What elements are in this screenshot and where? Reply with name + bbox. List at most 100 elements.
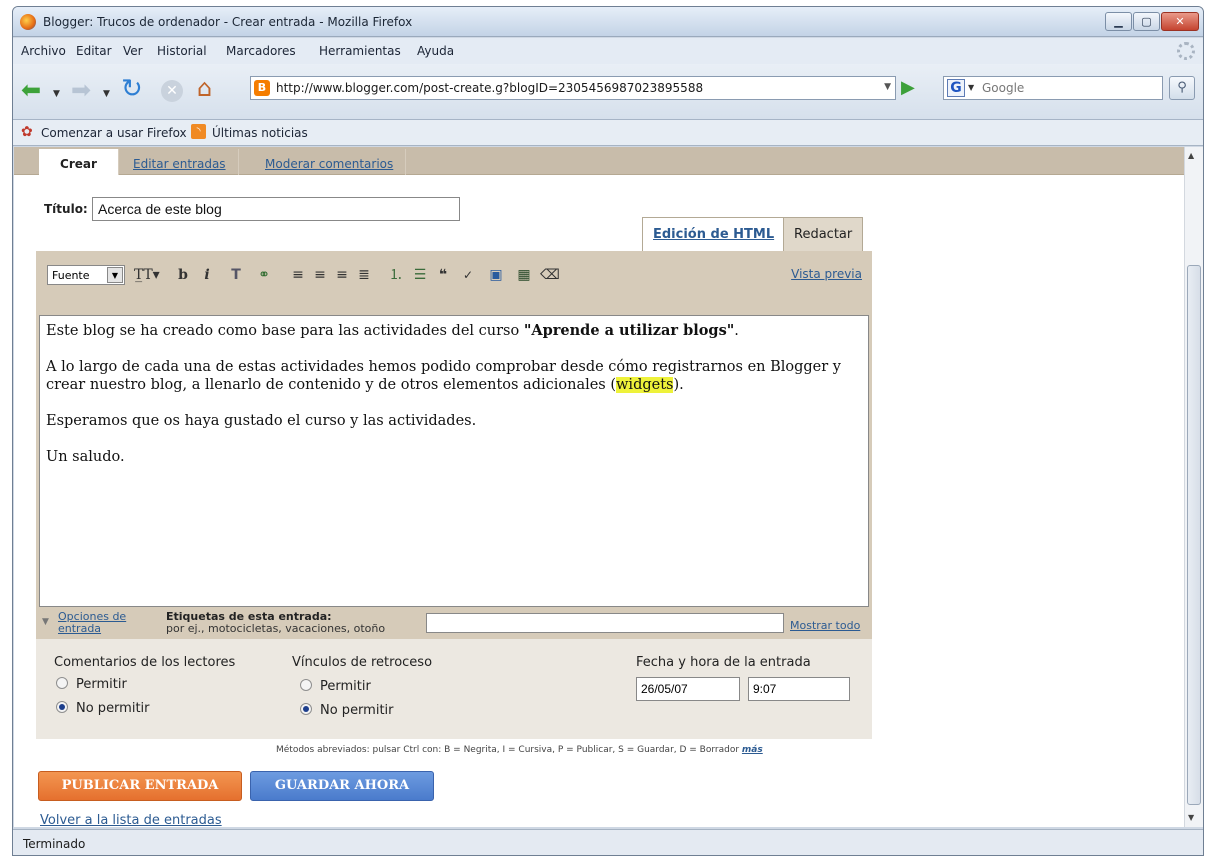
shortcuts-more-link[interactable]: más (742, 745, 763, 755)
google-engine-icon[interactable]: G (947, 79, 965, 97)
title-bar: Blogger: Trucos de ordenador - Crear ent… (13, 7, 1203, 37)
font-size-icon[interactable]: T̲T▾ (134, 264, 160, 286)
editor-frame: Fuente ▼ T̲T▾ b i T ⚭ ≡ ≡ ≡ ≣ ⒈ ☰ ❝ ✓ ▣ … (36, 251, 872, 639)
search-placeholder: Google (982, 81, 1025, 95)
comments-allow-radio[interactable]: Permitir (56, 677, 256, 692)
engine-dropdown-icon[interactable]: ▼ (968, 83, 974, 92)
scroll-down-icon[interactable]: ▼ (1188, 813, 1194, 822)
tags-input[interactable] (426, 613, 784, 633)
scroll-thumb[interactable] (1187, 265, 1201, 805)
body-text: ). (673, 377, 684, 393)
forward-icon[interactable]: ➡ (71, 78, 91, 102)
home-icon[interactable]: ⌂ (197, 76, 212, 100)
font-select-label: Fuente (52, 269, 90, 282)
body-bold-text: "Aprende a utilizar blogs" (523, 322, 735, 339)
preview-link[interactable]: Vista previa (791, 267, 862, 281)
bulleted-list-icon[interactable]: ☰ (410, 264, 430, 286)
comments-group-title: Comentarios de los lectores (54, 655, 236, 670)
time-input[interactable] (748, 677, 850, 701)
menu-historial[interactable]: Historial (157, 44, 207, 58)
date-input[interactable] (636, 677, 740, 701)
address-bar[interactable]: B http://www.blogger.com/post-create.g?b… (250, 76, 896, 100)
menu-archivo[interactable]: Archivo (21, 44, 66, 58)
stop-icon[interactable]: ✕ (161, 80, 183, 102)
radio-dot (300, 679, 312, 691)
post-title-input[interactable] (92, 197, 460, 221)
bookmark-getting-started[interactable]: Comenzar a usar Firefox (41, 126, 187, 140)
close-button[interactable]: ✕ (1161, 12, 1199, 31)
blogger-tabs: Crear Editar entradas Moderar comentario… (14, 147, 1184, 175)
status-text: Terminado (23, 837, 86, 851)
navigation-toolbar: ⬅ ▼ ➡ ▼ ↻ ✕ ⌂ B http://www.blogger.com/p… (13, 64, 1203, 120)
search-box[interactable]: G ▼ Google (943, 76, 1163, 100)
image-icon[interactable]: ▣ (486, 264, 506, 286)
tab-editar-entradas[interactable]: Editar entradas (121, 149, 239, 175)
spellcheck-icon[interactable]: ✓ (458, 264, 478, 286)
tab-crear[interactable]: Crear (39, 149, 119, 175)
font-dropdown-icon: ▼ (107, 267, 123, 283)
shortcuts-text: Métodos abreviados: pulsar Ctrl con: B =… (276, 745, 740, 755)
url-history-dropdown-icon[interactable]: ▼ (884, 82, 891, 92)
comments-disallow-radio[interactable]: No permitir (56, 701, 256, 716)
backlinks-allow-radio[interactable]: Permitir (300, 679, 500, 694)
radio-label: Permitir (320, 679, 371, 694)
font-select[interactable]: Fuente ▼ (47, 265, 125, 285)
body-text: A lo largo de cada una de estas activida… (46, 359, 841, 393)
tab-moderar-comentarios[interactable]: Moderar comentarios (253, 149, 407, 175)
editor-toolbar: Fuente ▼ T̲T▾ b i T ⚭ ≡ ≡ ≡ ≣ ⒈ ☰ ❝ ✓ ▣ … (36, 251, 872, 315)
forward-history-dropdown-icon[interactable]: ▼ (103, 84, 110, 104)
menu-ver[interactable]: Ver (123, 44, 143, 58)
maximize-button[interactable]: ▢ (1133, 12, 1160, 31)
menu-marcadores[interactable]: Marcadores (226, 44, 296, 58)
save-now-button[interactable]: GUARDAR AHORA (250, 771, 434, 801)
body-paragraph: Esperamos que os haya gustado el curso y… (46, 413, 477, 429)
window-title: Blogger: Trucos de ordenador - Crear ent… (43, 15, 413, 29)
back-history-dropdown-icon[interactable]: ▼ (53, 84, 60, 104)
expand-triangle-icon[interactable]: ▼ (42, 617, 49, 627)
go-icon[interactable]: ▶ (901, 78, 915, 98)
bold-icon[interactable]: b (174, 264, 192, 286)
justify-icon[interactable]: ≣ (354, 264, 374, 286)
align-center-icon[interactable]: ≡ (310, 264, 330, 286)
bookmark-latest-news[interactable]: Últimas noticias (212, 126, 308, 140)
backlinks-disallow-radio[interactable]: No permitir (300, 703, 500, 718)
align-left-icon[interactable]: ≡ (288, 264, 308, 286)
menu-ayuda[interactable]: Ayuda (417, 44, 454, 58)
minimize-button[interactable]: ▁ (1105, 12, 1132, 31)
post-options-link[interactable]: Opciones de entrada (58, 611, 126, 635)
video-icon[interactable]: ▦ (514, 264, 534, 286)
tab-redactar[interactable]: Redactar (783, 217, 864, 253)
browser-window: Blogger: Trucos de ordenador - Crear ent… (12, 6, 1204, 856)
search-button[interactable]: ⚲ (1169, 76, 1195, 100)
text-color-icon[interactable]: T (226, 264, 246, 286)
link-icon[interactable]: ⚭ (254, 264, 274, 286)
vertical-scrollbar[interactable]: ▲ ▼ (1184, 147, 1203, 827)
radio-label: No permitir (76, 701, 150, 716)
body-highlighted-text: widgets (616, 377, 674, 393)
back-icon[interactable]: ⬅ (21, 78, 41, 102)
italic-icon[interactable]: i (198, 264, 216, 286)
radio-label: Permitir (76, 677, 127, 692)
body-text: . (734, 323, 739, 339)
tab-edicion-html[interactable]: Edición de HTML (642, 217, 786, 251)
reload-icon[interactable]: ↻ (121, 76, 143, 102)
post-options-row: ▼ Opciones de entrada Etiquetas de esta … (36, 609, 872, 639)
menu-herramientas[interactable]: Herramientas (319, 44, 401, 58)
numbered-list-icon[interactable]: ⒈ (386, 264, 406, 286)
body-paragraph: Este blog se ha creado como base para la… (46, 322, 862, 340)
back-to-posts-link[interactable]: Volver a la lista de entradas (40, 813, 222, 827)
body-paragraph: Un saludo. (46, 449, 125, 465)
post-settings-panel: Comentarios de los lectores Permitir No … (36, 639, 872, 739)
align-right-icon[interactable]: ≡ (332, 264, 352, 286)
firefox-logo-icon (20, 14, 36, 30)
body-paragraph: A lo largo de cada una de estas activida… (46, 358, 862, 394)
publish-button[interactable]: PUBLICAR ENTRADA (38, 771, 242, 801)
scroll-up-icon[interactable]: ▲ (1188, 151, 1194, 160)
menu-editar[interactable]: Editar (76, 44, 112, 58)
show-all-link[interactable]: Mostrar todo (790, 619, 860, 632)
eraser-icon[interactable]: ⌫ (540, 264, 560, 286)
radio-dot (56, 677, 68, 689)
post-body-editor[interactable]: Este blog se ha creado como base para la… (39, 315, 869, 607)
tags-hint: por ej., motocicletas, vacaciones, otoño (166, 622, 386, 635)
blockquote-icon[interactable]: ❝ (434, 264, 452, 286)
